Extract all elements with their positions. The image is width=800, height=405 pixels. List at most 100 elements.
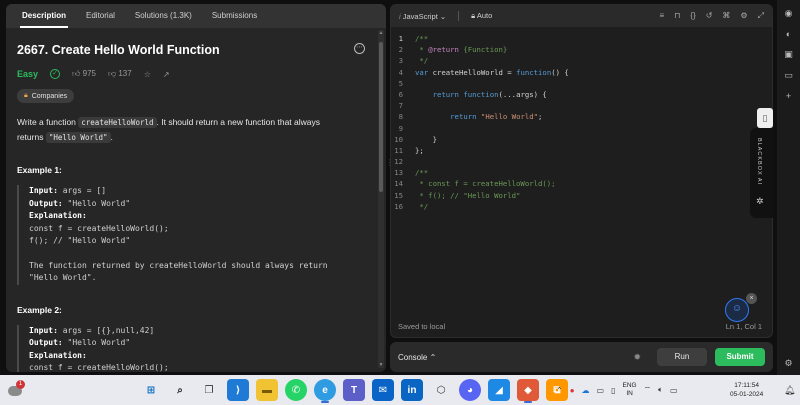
code-line[interactable]: 15 * f(); // "Hello World": [391, 190, 772, 201]
like-button[interactable]: 👍︎ 975: [72, 69, 96, 79]
auto-mode[interactable]: 🔒︎ Auto: [471, 11, 492, 21]
chat-assistant-icon[interactable]: ☺: [725, 298, 749, 322]
scrollbar-thumb[interactable]: [379, 42, 383, 192]
more-options-icon[interactable]: ⋯: [354, 43, 365, 54]
wifi-icon[interactable]: ⌔: [644, 385, 652, 395]
bookmark-icon[interactable]: ⊓: [674, 11, 680, 21]
code-line[interactable]: 5: [391, 78, 772, 89]
brave-icon[interactable]: ◆: [517, 379, 539, 403]
task-view-icon[interactable]: ❐: [198, 379, 220, 401]
app-icon[interactable]: ◢: [488, 379, 510, 401]
code-token: };: [415, 145, 424, 155]
document-icon[interactable]: ▯: [757, 108, 773, 128]
companies-button[interactable]: 🔒︎ Companies: [17, 89, 75, 103]
tab-submissions[interactable]: Submissions: [202, 4, 267, 28]
reset-icon[interactable]: ↺: [706, 11, 713, 21]
output-value: "Hello World": [62, 198, 131, 208]
shortcut-icon[interactable]: ⌘: [722, 11, 730, 21]
notification-bell-icon[interactable]: 🔔︎: [784, 385, 795, 396]
package-icon[interactable]: ⬡: [430, 379, 452, 401]
edge-icon[interactable]: e: [314, 379, 336, 403]
dislike-button[interactable]: 👎︎ 137: [108, 69, 132, 79]
vscode-icon[interactable]: ⟩: [227, 379, 249, 401]
code-area[interactable]: 1/** 2 * @return {Function} 3 */4 var creat…: [391, 33, 772, 212]
file-explorer-icon[interactable]: ▬: [256, 379, 278, 401]
add-icon[interactable]: +: [786, 91, 791, 101]
code-token: * f(); // "Hello World": [415, 190, 521, 200]
office-icon[interactable]: ▣: [784, 49, 793, 60]
submit-button[interactable]: Submit: [715, 348, 765, 366]
line-number: 10: [394, 134, 403, 144]
code-line[interactable]: 13 /**: [391, 167, 772, 178]
display-icon[interactable]: ▭: [597, 386, 605, 395]
blackbox-ai-tab[interactable]: BLACKBOX AI ✲: [750, 128, 773, 218]
line-number: 16: [394, 201, 403, 211]
chevron-up-icon[interactable]: ⌃: [556, 386, 563, 395]
weather-widget[interactable]: 1: [6, 380, 26, 400]
run-button[interactable]: Run: [657, 348, 707, 366]
settings-icon[interactable]: ⚙: [740, 11, 747, 21]
ai-icon[interactable]: ◐: [786, 29, 791, 39]
scroll-up-icon[interactable]: ▲: [378, 30, 384, 36]
code-line[interactable]: 1 /**: [391, 33, 772, 44]
line-number: 3: [398, 56, 403, 66]
share-icon[interactable]: ↗: [163, 70, 170, 79]
start-icon[interactable]: ⊞: [140, 379, 162, 401]
explanation-note: "Hello World".: [29, 273, 97, 282]
teams-icon[interactable]: T: [343, 379, 365, 401]
notification-badge: 1: [16, 380, 25, 389]
copilot-icon[interactable]: ◉: [785, 8, 793, 19]
whatsapp-icon[interactable]: ✆: [285, 379, 307, 401]
bookmark-icon[interactable]: ▭: [784, 70, 793, 81]
code-line[interactable]: 14 * const f = createHelloWorld();: [391, 178, 772, 189]
close-icon[interactable]: ×: [746, 293, 757, 304]
cloud-icon[interactable]: ☁: [582, 386, 590, 395]
console-toggle[interactable]: Console ⌃: [398, 353, 436, 362]
line-number: 15: [394, 190, 403, 200]
code-line[interactable]: 2 * @return {Function}: [391, 44, 772, 55]
code-token: return: [450, 112, 477, 122]
clock[interactable]: 17:11:54 05-01-2024: [730, 381, 763, 399]
code-line[interactable]: 12: [391, 156, 772, 167]
battery-status-icon[interactable]: ▭: [670, 386, 678, 395]
explanation-line: f(); // "Hello World": [29, 236, 131, 245]
like-count: 975: [82, 69, 96, 78]
code-line[interactable]: 10 }: [391, 134, 772, 145]
battery-icon[interactable]: ▯: [611, 386, 615, 395]
volume-icon[interactable]: 🔈︎: [658, 385, 663, 395]
line-number: 2: [398, 45, 403, 55]
problem-title: 2667. Create Hello World Function: [17, 43, 220, 57]
language-indicator[interactable]: ENG IN: [623, 382, 637, 398]
security-icon[interactable]: ●: [570, 386, 575, 395]
braces-icon[interactable]: {}: [690, 11, 695, 21]
code-line[interactable]: 6 return function (...args) {: [391, 89, 772, 100]
code-line[interactable]: 9: [391, 123, 772, 134]
tab-editorial[interactable]: Editorial: [76, 4, 125, 28]
debug-icon[interactable]: ✹: [633, 352, 641, 363]
mail-icon[interactable]: ✉: [372, 379, 394, 401]
tab-description[interactable]: Description: [12, 4, 76, 28]
scroll-down-icon[interactable]: ▼: [378, 362, 384, 368]
code-line[interactable]: 8 return "Hello World";: [391, 111, 772, 122]
code-line[interactable]: 7: [391, 100, 772, 111]
search-icon[interactable]: ⌕: [169, 379, 191, 401]
code-line[interactable]: 3 */: [391, 55, 772, 66]
fullscreen-icon[interactable]: ⤢: [758, 11, 764, 21]
screen: Description Editorial Solutions (1.3K) S…: [0, 0, 800, 405]
code-token: */: [415, 56, 429, 66]
line-number: 9: [398, 123, 403, 133]
language-selector[interactable]: i JavaScript ⌄: [399, 12, 446, 21]
settings-icon[interactable]: ⚙: [784, 358, 792, 369]
description-scrollbar[interactable]: ▲ ▼: [378, 30, 384, 368]
language-label: JavaScript: [402, 11, 438, 21]
code-token: */: [415, 201, 429, 211]
format-icon[interactable]: ≡: [659, 11, 664, 21]
code-line[interactable]: 11};: [391, 145, 772, 156]
code-line[interactable]: 4 var createHelloWorld = function() {: [391, 67, 772, 78]
discord-icon[interactable]: ◕: [459, 379, 481, 401]
code-line[interactable]: 16 */: [391, 201, 772, 212]
tab-solutions[interactable]: Solutions (1.3K): [125, 4, 202, 28]
linkedin-icon[interactable]: in: [401, 379, 423, 401]
time: 17:11:54: [734, 382, 760, 389]
star-icon[interactable]: ☆: [144, 70, 151, 79]
